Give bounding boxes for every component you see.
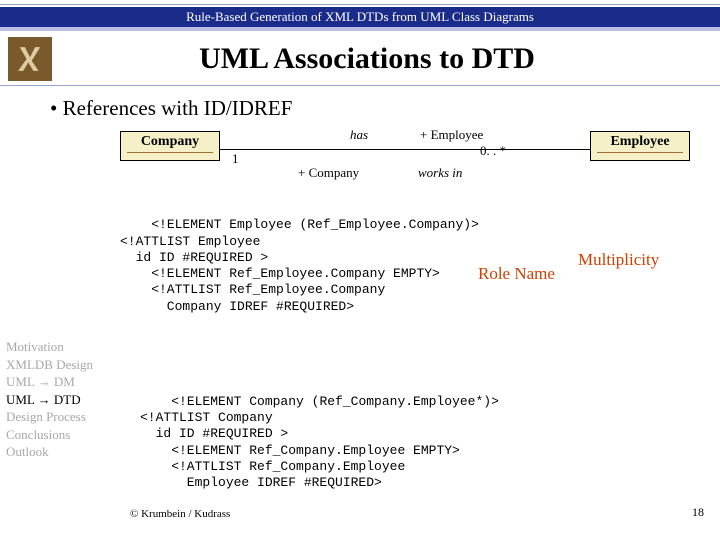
logo-icon bbox=[8, 37, 52, 81]
dtd-code-employee: <!ELEMENT Employee (Ref_Employee.Company… bbox=[120, 201, 710, 364]
sidebar-item-uml-dtd[interactable]: UML → DTD bbox=[6, 391, 116, 409]
uml-class-employee-label: Employee bbox=[610, 134, 669, 149]
sidebar-nav: Motivation XMLDB Design UML → DM UML → D… bbox=[6, 338, 116, 461]
footer-copyright: © Krumbein / Kudrass bbox=[130, 508, 230, 520]
header-area: Rule-Based Generation of XML DTDs from U… bbox=[0, 0, 720, 86]
uml-assoc-has: has bbox=[350, 127, 368, 143]
uml-class-company: Company bbox=[120, 131, 220, 161]
slide-title: UML Associations to DTD bbox=[66, 42, 712, 76]
sidebar-item-xmldb-design[interactable]: XMLDB Design bbox=[6, 356, 116, 374]
dtd-code-employee-text: <!ELEMENT Employee (Ref_Employee.Company… bbox=[120, 217, 479, 313]
uml-class-company-label: Company bbox=[141, 134, 199, 149]
header-bar: Rule-Based Generation of XML DTDs from U… bbox=[0, 7, 720, 31]
uml-association-line bbox=[220, 149, 590, 150]
uml-assoc-worksin: works in bbox=[418, 165, 462, 181]
sidebar-item-uml-dm[interactable]: UML → DM bbox=[6, 373, 116, 391]
uml-role-bottom-left: + Company bbox=[298, 165, 359, 181]
dtd-code-company-text: <!ELEMENT Company (Ref_Company.Employee*… bbox=[140, 394, 499, 490]
uml-mult-right: 0. . * bbox=[480, 143, 506, 159]
header-topline: Rule-Based Generation of XML DTDs from U… bbox=[186, 9, 534, 24]
bullet-text: References with ID/IDREF bbox=[10, 96, 710, 121]
sidebar-item-design-process[interactable]: Design Process bbox=[6, 408, 116, 426]
uml-role-top-right: + Employee bbox=[420, 127, 483, 143]
sidebar-item-outlook[interactable]: Outlook bbox=[6, 443, 116, 461]
dtd-code-company: <!ELEMENT Company (Ref_Company.Employee*… bbox=[140, 378, 710, 508]
annotation-multiplicity: Multiplicity bbox=[578, 249, 659, 270]
sidebar-item-conclusions[interactable]: Conclusions bbox=[6, 426, 116, 444]
annotation-role-name: Role Name bbox=[478, 263, 555, 284]
page-number: 18 bbox=[692, 505, 704, 520]
rule-top bbox=[0, 4, 720, 5]
uml-class-employee: Employee bbox=[590, 131, 690, 161]
rule-under-title bbox=[0, 85, 720, 86]
uml-diagram: Company Employee has + Employee 0. . * 1… bbox=[120, 125, 690, 195]
uml-mult-left: 1 bbox=[232, 151, 239, 167]
sidebar-item-motivation[interactable]: Motivation bbox=[6, 338, 116, 356]
